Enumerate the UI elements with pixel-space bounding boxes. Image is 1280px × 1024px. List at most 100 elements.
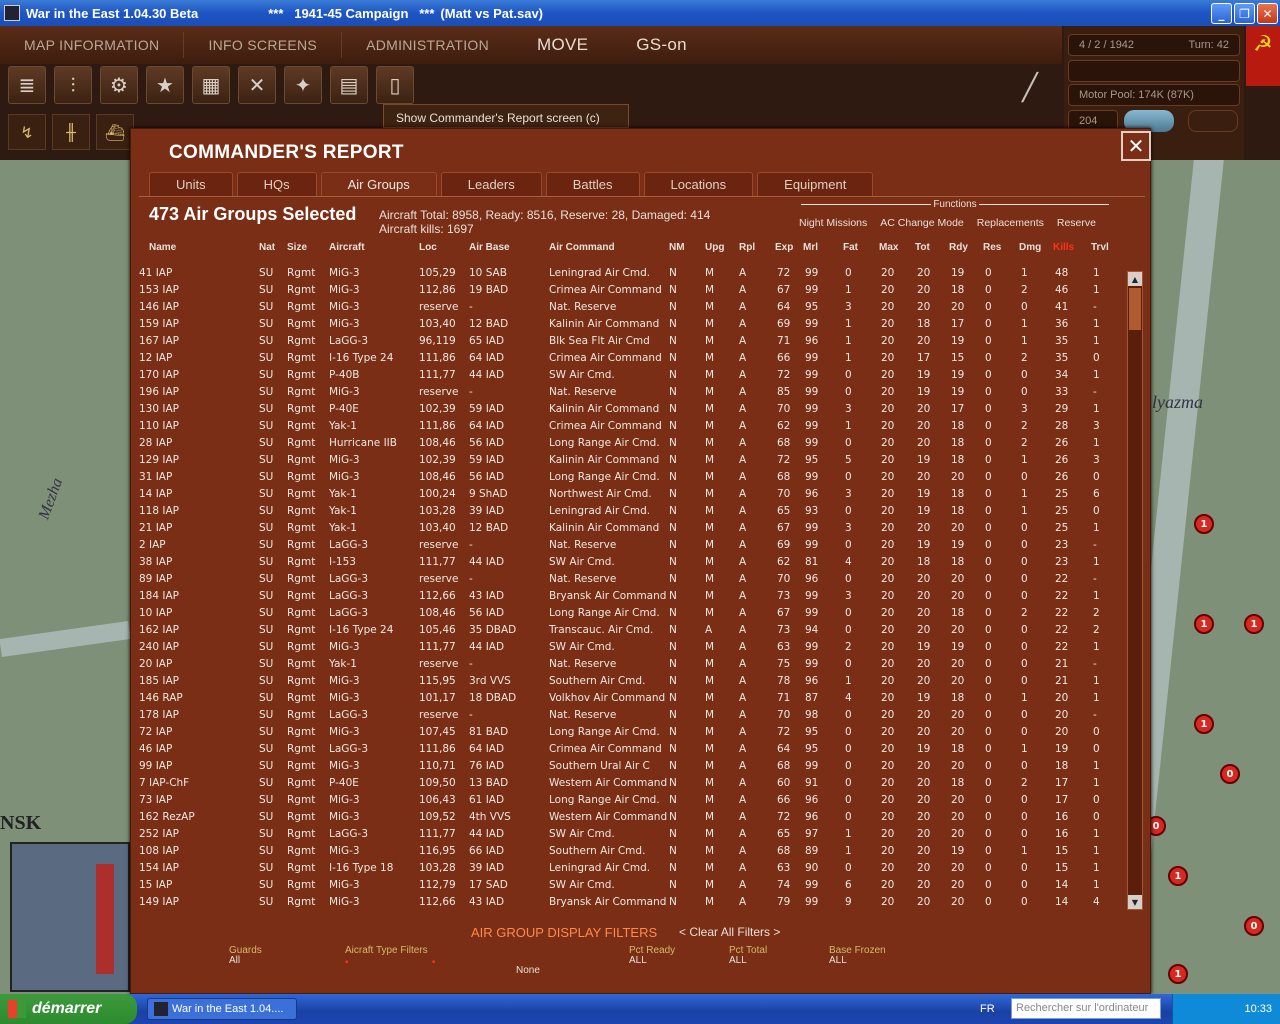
unit-marker[interactable]: 1	[1194, 614, 1214, 634]
column-header-fat[interactable]: Fat	[843, 242, 858, 253]
cell-name[interactable]: 162 IAP	[139, 622, 179, 639]
menu-move-mode[interactable]: MOVE	[513, 35, 612, 55]
table-row[interactable]: 185 IAP SU Rgmt MiG-3 115,95 3rd VVS Southern …	[131, 673, 1121, 690]
table-row[interactable]: 73 IAP SU Rgmt MiG-3 106,43 61 IAD Long Range …	[131, 792, 1121, 809]
table-row[interactable]: 15 IAP SU Rgmt MiG-3 112,79 17 SAD SW Air Cmd.…	[131, 877, 1121, 894]
table-row[interactable]: 12 IAP SU Rgmt I-16 Type 24 111,86 64 IAD Crim…	[131, 350, 1121, 367]
table-row[interactable]: 167 IAP SU Rgmt LaGG-3 96,119 65 IAD Blk Sea F…	[131, 333, 1121, 350]
cell-name[interactable]: 7 IAP-ChF	[139, 775, 189, 792]
sliders-icon[interactable]: ⫶	[54, 66, 92, 104]
cell-name[interactable]: 110 IAP	[139, 418, 179, 435]
rail-icon[interactable]: ╫	[52, 114, 90, 150]
cell-name[interactable]: 153 IAP	[139, 282, 179, 299]
cell-name[interactable]: 108 IAP	[139, 843, 179, 860]
column-header-air-base[interactable]: Air Base	[469, 242, 510, 253]
cell-name[interactable]: 89 IAP	[139, 571, 172, 588]
table-row[interactable]: 28 IAP SU Rgmt Hurricane IIB 108,46 56 IAD Lon…	[131, 435, 1121, 452]
minimap[interactable]	[10, 842, 130, 992]
cell-name[interactable]: 99 IAP	[139, 758, 172, 775]
table-row[interactable]: 196 IAP SU Rgmt MiG-3 reserve - Nat. Reserve N M…	[131, 384, 1121, 401]
cell-name[interactable]: 10 IAP	[139, 605, 172, 622]
cell-name[interactable]: 178 IAP	[139, 707, 179, 724]
table-row[interactable]: 252 IAP SU Rgmt LaGG-3 111,77 44 IAD SW Air Cm…	[131, 826, 1121, 843]
gear-icon[interactable]: ⚙	[100, 66, 138, 104]
cell-name[interactable]: 73 IAP	[139, 792, 172, 809]
minimize-button[interactable]: _	[1211, 3, 1232, 24]
aircraft-type-filters[interactable]: Aicraft Type Filters ▪ ▪	[345, 946, 435, 968]
column-header-mrl[interactable]: Mrl	[803, 242, 818, 253]
column-header-size[interactable]: Size	[287, 242, 307, 253]
menu-administration[interactable]: ADMINISTRATION	[342, 37, 513, 53]
table-row[interactable]: 99 IAP SU Rgmt MiG-3 110,71 76 IAD Southern Ur…	[131, 758, 1121, 775]
table-row[interactable]: 146 RAP SU Rgmt MiG-3 101,17 18 DBAD Volkhov A…	[131, 690, 1121, 707]
cell-name[interactable]: 252 IAP	[139, 826, 179, 843]
crossed-swords-icon[interactable]: ✕	[238, 66, 276, 104]
cell-name[interactable]: 146 RAP	[139, 690, 183, 707]
search-input[interactable]: Rechercher sur l'ordinateur	[1011, 998, 1161, 1019]
table-row[interactable]: 20 IAP SU Rgmt Yak-1 reserve - Nat. Reserve N M A…	[131, 656, 1121, 673]
table-row[interactable]: 154 IAP SU Rgmt I-16 Type 18 103,28 39 IAD Len…	[131, 860, 1121, 877]
cell-name[interactable]: 146 IAP	[139, 299, 179, 316]
clear-filters-button[interactable]: < Clear All Filters >	[679, 925, 780, 939]
table-row[interactable]: 110 IAP SU Rgmt Yak-1 111,86 64 IAD Crimea Air…	[131, 418, 1121, 435]
table-row[interactable]: 240 IAP SU Rgmt MiG-3 111,77 44 IAD SW Air Cmd…	[131, 639, 1121, 656]
cell-name[interactable]: 130 IAP	[139, 401, 179, 418]
path-icon[interactable]: ↯	[8, 114, 46, 150]
column-header-aircraft[interactable]: Aircraft	[329, 242, 365, 253]
cell-name[interactable]: 240 IAP	[139, 639, 179, 656]
cell-name[interactable]: 162 RezAP	[139, 809, 195, 826]
cell-name[interactable]: 46 IAP	[139, 741, 172, 758]
scroll-down-icon[interactable]: ▼	[1128, 895, 1142, 909]
table-row[interactable]: 108 IAP SU Rgmt MiG-3 116,95 66 IAD Southern A…	[131, 843, 1121, 860]
unit-marker[interactable]: 1	[1244, 614, 1264, 634]
cell-name[interactable]: 41 IAP	[139, 265, 172, 282]
satellite-icon[interactable]: ✦	[284, 66, 322, 104]
function-reserve[interactable]: Reserve	[1057, 217, 1096, 229]
unit-marker[interactable]: 1	[1168, 866, 1188, 886]
cell-name[interactable]: 184 IAP	[139, 588, 179, 605]
pct-ready-filter[interactable]: Pct Ready ALL	[629, 946, 675, 966]
cell-name[interactable]: 167 IAP	[139, 333, 179, 350]
cell-name[interactable]: 20 IAP	[139, 656, 172, 673]
column-header-trvl[interactable]: Trvl	[1091, 242, 1109, 253]
cell-name[interactable]: 159 IAP	[139, 316, 179, 333]
table-row[interactable]: 31 IAP SU Rgmt MiG-3 108,46 56 IAD Long Range …	[131, 469, 1121, 486]
unit-marker[interactable]: 0	[1220, 764, 1240, 784]
unit-marker[interactable]: 1	[1194, 714, 1214, 734]
aircraft-none[interactable]: None	[516, 966, 540, 976]
column-header-exp[interactable]: Exp	[775, 242, 793, 253]
table-row[interactable]: 149 IAP SU Rgmt MiG-3 112,66 43 IAD Bryansk Ai…	[131, 894, 1121, 911]
cell-name[interactable]: 149 IAP	[139, 894, 179, 911]
table-row[interactable]: 46 IAP SU Rgmt LaGG-3 111,86 64 IAD Crimea Air…	[131, 741, 1121, 758]
unit-marker[interactable]: 1	[1194, 514, 1214, 534]
cell-name[interactable]: 72 IAP	[139, 724, 172, 741]
aircraft-filter-options[interactable]: ▪ ▪	[345, 958, 435, 968]
scrollbar[interactable]: ▲ ▼	[1127, 271, 1143, 910]
base-frozen-filter[interactable]: Base Frozen ALL	[829, 946, 886, 966]
close-window-button[interactable]: ✕	[1257, 3, 1278, 24]
close-report-button[interactable]: ✕	[1121, 131, 1151, 161]
factory-icon[interactable]: ▦	[192, 66, 230, 104]
function-night-missions[interactable]: Night Missions	[799, 217, 867, 229]
table-row[interactable]: 184 IAP SU Rgmt LaGG-3 112,66 43 IAD Bryansk A…	[131, 588, 1121, 605]
column-header-loc[interactable]: Loc	[419, 242, 437, 253]
table-row[interactable]: 153 IAP SU Rgmt MiG-3 112,86 19 BAD Crimea Air…	[131, 282, 1121, 299]
tab-leaders[interactable]: Leaders	[440, 172, 542, 196]
table-row[interactable]: 146 IAP SU Rgmt MiG-3 reserve - Nat. Reserve N M…	[131, 299, 1121, 316]
menu-gs-toggle[interactable]: GS-on	[612, 35, 711, 55]
table-row[interactable]: 162 IAP SU Rgmt I-16 Type 24 105,46 35 DBAD Tr…	[131, 622, 1121, 639]
clock[interactable]: 10:33	[1244, 1003, 1272, 1015]
table-row[interactable]: 41 IAP SU Rgmt MiG-3 105,29 10 SAB Leningrad A…	[131, 265, 1121, 282]
function-ac-change-mode[interactable]: AC Change Mode	[880, 217, 963, 229]
column-header-max[interactable]: Max	[879, 242, 898, 253]
table-row[interactable]: 170 IAP SU Rgmt P-40B 111,77 44 IAD SW Air Cmd…	[131, 367, 1121, 384]
table-row[interactable]: 2 IAP SU Rgmt LaGG-3 reserve - Nat. Reserve N M A…	[131, 537, 1121, 554]
star-icon[interactable]: ★	[146, 66, 184, 104]
tab-units[interactable]: Units	[149, 172, 233, 196]
column-header-name[interactable]: Name	[149, 242, 176, 253]
stack-icon[interactable]: ≣	[8, 66, 46, 104]
tab-equipment[interactable]: Equipment	[757, 172, 874, 196]
cell-name[interactable]: 2 IAP	[139, 537, 166, 554]
pct-total-filter[interactable]: Pct Total ALL	[729, 946, 767, 966]
tab-hqs[interactable]: HQs	[236, 172, 317, 196]
